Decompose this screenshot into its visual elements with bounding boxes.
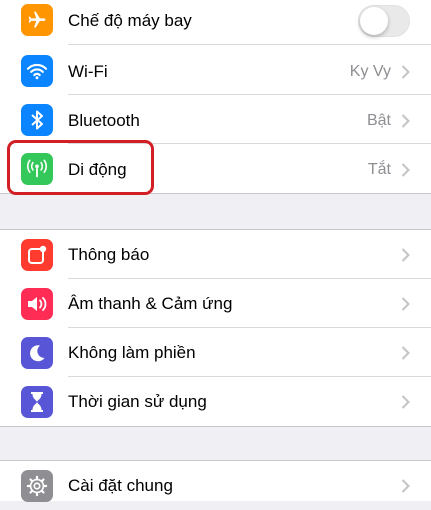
do-not-disturb-label: Không làm phiền: [68, 343, 196, 362]
notifications-label: Thông báo: [68, 245, 150, 264]
wifi-icon: [21, 55, 53, 87]
airplane-icon: [21, 4, 53, 36]
sounds-row[interactable]: Âm thanh & Cảm ứng: [0, 279, 431, 328]
general-label: Cài đặt chung: [68, 476, 173, 495]
general-group: Cài đặt chung: [0, 460, 431, 502]
notification-icon: [21, 239, 53, 271]
hourglass-icon: [21, 386, 53, 418]
speaker-icon: [21, 288, 53, 320]
sounds-label: Âm thanh & Cảm ứng: [68, 294, 233, 313]
chevron-right-icon: [401, 395, 410, 409]
airplane-mode-label: Chế độ máy bay: [68, 11, 192, 30]
gear-icon: [21, 470, 53, 502]
notifications-row[interactable]: Thông báo: [0, 230, 431, 279]
bluetooth-label: Bluetooth: [68, 111, 140, 130]
highlight-box: [7, 140, 154, 195]
screen-time-row[interactable]: Thời gian sử dụng: [0, 377, 431, 426]
chevron-right-icon: [401, 65, 410, 79]
bluetooth-row[interactable]: Bluetooth Bật: [0, 95, 431, 144]
chevron-right-icon: [401, 346, 410, 360]
bluetooth-value: Bật: [366, 112, 391, 129]
chevron-right-icon: [401, 163, 410, 177]
moon-icon: [21, 337, 53, 369]
general-row[interactable]: Cài đặt chung: [0, 461, 431, 510]
chevron-right-icon: [401, 114, 410, 128]
airplane-mode-toggle[interactable]: [358, 5, 410, 37]
cellular-value: Tắt: [367, 161, 391, 178]
wifi-label: Wi-Fi: [68, 62, 108, 81]
do-not-disturb-row[interactable]: Không làm phiền: [0, 328, 431, 377]
notifications-group: Thông báo Âm thanh & Cảm ứng Không làm p…: [0, 229, 431, 427]
chevron-right-icon: [401, 479, 410, 493]
wifi-value: Ky Vy: [349, 63, 391, 80]
bluetooth-icon: [21, 104, 53, 136]
chevron-right-icon: [401, 297, 410, 311]
wifi-row[interactable]: Wi-Fi Ky Vy: [0, 46, 431, 95]
chevron-right-icon: [401, 248, 410, 262]
airplane-mode-row[interactable]: Chế độ máy bay: [0, 0, 431, 45]
screen-time-label: Thời gian sử dụng: [68, 392, 207, 411]
